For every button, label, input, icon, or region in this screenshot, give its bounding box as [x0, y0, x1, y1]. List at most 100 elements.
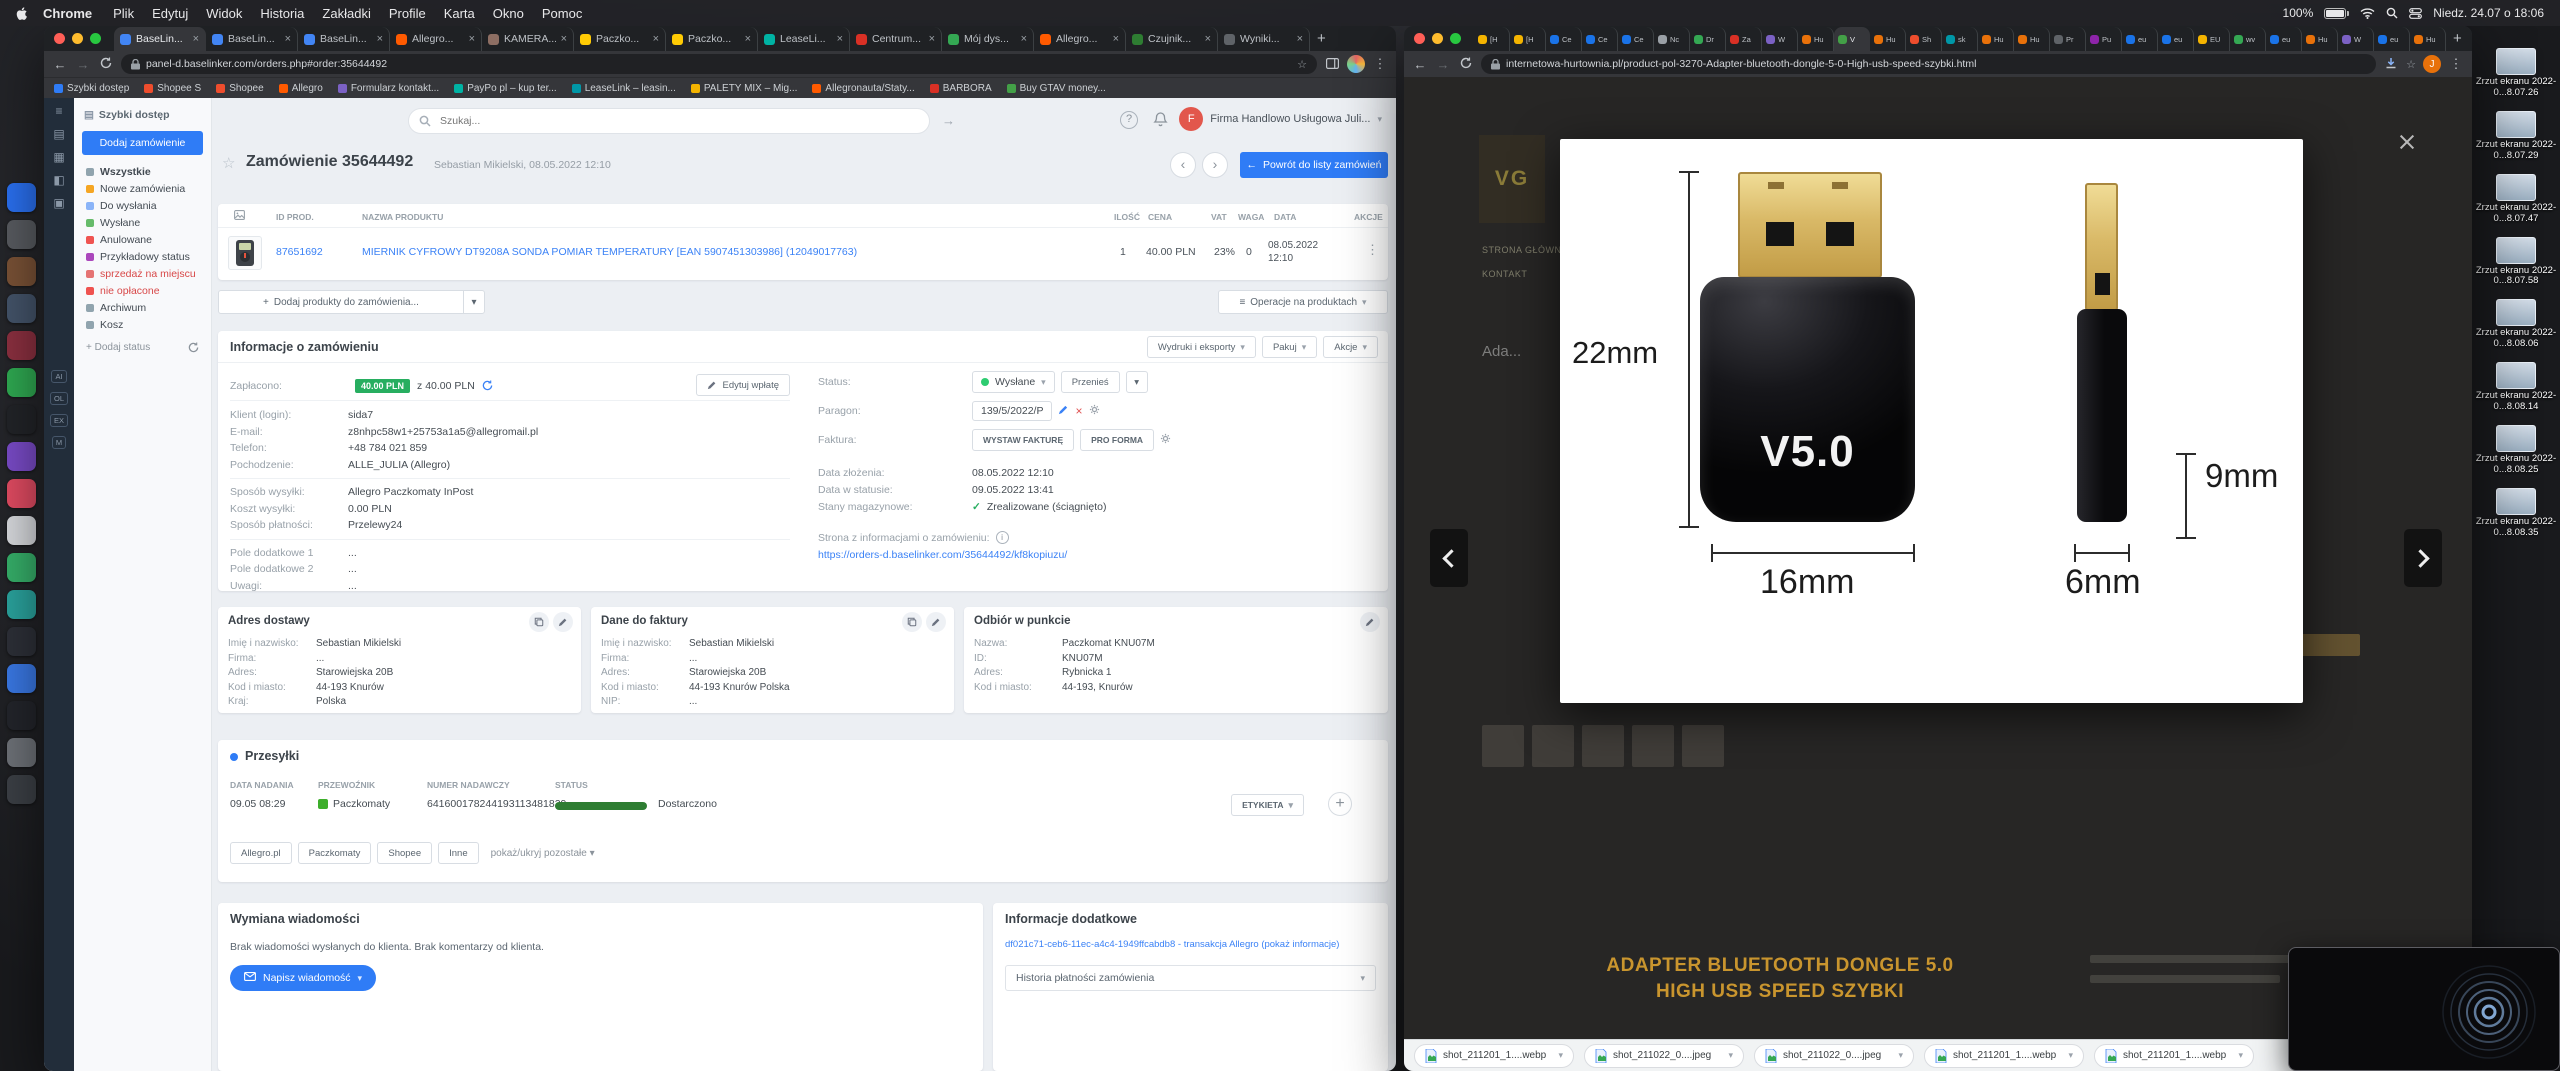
- sidebar-status-item[interactable]: Kosz: [74, 316, 211, 333]
- search-submit-icon[interactable]: →: [942, 113, 955, 128]
- chevron-down-icon[interactable]: ▾: [1558, 1050, 1563, 1061]
- browser-tab[interactable]: W: [1762, 27, 1798, 51]
- browser-tab[interactable]: Ce: [1546, 27, 1582, 51]
- receipt-settings-gear-icon[interactable]: [1089, 404, 1100, 418]
- bookmark-item[interactable]: Formularz kontakt...: [338, 83, 439, 94]
- browser-tab[interactable]: Nc: [1654, 27, 1690, 51]
- thumbnail[interactable]: [1682, 725, 1724, 767]
- column-header[interactable]: DATA: [1274, 212, 1296, 222]
- menu-item[interactable]: Widok: [206, 6, 242, 21]
- window-zoom-button[interactable]: [90, 33, 101, 44]
- lightbox-close-icon[interactable]: [2398, 133, 2416, 151]
- desktop-file[interactable]: Zrzut ekranu 2022-0...8.07.47: [2474, 174, 2558, 225]
- menu-dots-icon[interactable]: ⋮: [2448, 56, 2464, 72]
- new-tab-button[interactable]: +: [2453, 30, 2462, 47]
- menu-item[interactable]: Edytuj: [152, 6, 188, 21]
- desktop-file[interactable]: Zrzut ekranu 2022-0...8.08.06: [2474, 299, 2558, 350]
- tab-close-icon[interactable]: ×: [193, 33, 199, 45]
- global-search[interactable]: [408, 108, 930, 134]
- column-header[interactable]: WAGA: [1238, 212, 1264, 222]
- receipt-number-input[interactable]: 139/5/2022/P: [972, 401, 1052, 421]
- back-button[interactable]: ←: [1412, 57, 1428, 72]
- bookmark-star-icon[interactable]: ☆: [1297, 58, 1307, 71]
- dock-app-icon[interactable]: [7, 368, 36, 397]
- dock-app-icon[interactable]: [7, 479, 36, 508]
- profile-avatar[interactable]: J: [2423, 55, 2441, 73]
- browser-tab[interactable]: Paczko... ×: [666, 27, 758, 51]
- delete-receipt-icon[interactable]: ×: [1075, 404, 1082, 418]
- refresh-icon[interactable]: [188, 342, 199, 353]
- thumbnail[interactable]: [1482, 725, 1524, 767]
- desktop-file[interactable]: Zrzut ekranu 2022-0...8.07.58: [2474, 237, 2558, 288]
- chevron-down-icon[interactable]: ▾: [2068, 1050, 2073, 1061]
- menu-item[interactable]: Historia: [260, 6, 304, 21]
- tab-close-icon[interactable]: ×: [377, 33, 383, 45]
- desktop-file[interactable]: Zrzut ekranu 2022-0...8.08.14: [2474, 362, 2558, 413]
- tab-close-icon[interactable]: ×: [653, 33, 659, 45]
- window-close-button[interactable]: [54, 33, 65, 44]
- account-menu[interactable]: F Firma Handlowo Usługowa Juli... ▾: [1179, 107, 1382, 131]
- invoice-settings-gear-icon[interactable]: [1160, 433, 1171, 447]
- refresh-payment-icon[interactable]: [482, 380, 493, 391]
- thumbnail[interactable]: [1632, 725, 1674, 767]
- prev-order-button[interactable]: ‹: [1170, 152, 1196, 178]
- lightbox-prev-button[interactable]: [1430, 529, 1468, 587]
- browser-tab[interactable]: [H: [1510, 27, 1546, 51]
- carrier-tab-button[interactable]: Shopee: [377, 842, 432, 864]
- tab-close-icon[interactable]: ×: [1297, 33, 1303, 45]
- dock-app-icon[interactable]: [7, 701, 36, 730]
- apple-menu-icon[interactable]: [16, 6, 29, 21]
- column-header[interactable]: ILOŚĆ: [1114, 212, 1140, 222]
- edit-icon[interactable]: [553, 612, 573, 632]
- move-status-caret-button[interactable]: ▾: [1126, 371, 1148, 393]
- forward-button[interactable]: →: [75, 57, 91, 72]
- menu-item[interactable]: Zakładki: [322, 6, 370, 21]
- browser-tab[interactable]: Hu: [2014, 27, 2050, 51]
- download-item[interactable]: shot_211201_1....webp ▾: [2094, 1044, 2254, 1068]
- sidebar-status-item[interactable]: Wysłane: [74, 214, 211, 231]
- browser-tab[interactable]: eu: [2374, 27, 2410, 51]
- nav-home-link[interactable]: STRONA GŁÓWNA: [1482, 245, 1568, 255]
- window-minimize-button[interactable]: [1432, 33, 1443, 44]
- address-bar[interactable]: panel-d.baselinker.com/orders.php#order:…: [121, 54, 1317, 74]
- order-page-link[interactable]: https://orders-d.baselinker.com/35644492…: [818, 549, 1067, 561]
- browser-tab[interactable]: Hu: [1798, 27, 1834, 51]
- rail-reports-icon[interactable]: ▣: [53, 197, 64, 209]
- browser-tab[interactable]: Allegro... ×: [1034, 27, 1126, 51]
- browser-tab[interactable]: Hu: [1978, 27, 2014, 51]
- tab-close-icon[interactable]: ×: [1205, 33, 1211, 45]
- browser-tab[interactable]: Ce: [1618, 27, 1654, 51]
- rail-menu-icon[interactable]: ≡: [55, 105, 62, 117]
- browser-tab[interactable]: Hu: [2410, 27, 2446, 51]
- product-thumbnail-image[interactable]: [228, 236, 262, 270]
- download-item[interactable]: shot_211022_0....jpeg ▾: [1754, 1044, 1914, 1068]
- rail-module-badge[interactable]: OL: [50, 392, 68, 405]
- browser-tab[interactable]: Hu: [2302, 27, 2338, 51]
- carrier-tab-button[interactable]: Paczkomaty: [298, 842, 372, 864]
- thumbnail[interactable]: [1582, 725, 1624, 767]
- window-zoom-button[interactable]: [1450, 33, 1461, 44]
- tab-close-icon[interactable]: ×: [745, 33, 751, 45]
- menu-item[interactable]: Pomoc: [542, 6, 582, 21]
- dock-app-icon[interactable]: [7, 405, 36, 434]
- window-close-button[interactable]: [1414, 33, 1425, 44]
- add-status-link[interactable]: + Dodaj status: [86, 342, 150, 353]
- row-actions-icon[interactable]: ⋮: [1366, 242, 1379, 258]
- browser-tab[interactable]: Allegro... ×: [390, 27, 482, 51]
- sidebar-status-item[interactable]: Anulowane: [74, 231, 211, 248]
- reload-button[interactable]: [1458, 57, 1474, 72]
- spotlight-search-icon[interactable]: [2386, 7, 2398, 19]
- help-icon[interactable]: ?: [1120, 111, 1138, 129]
- browser-tab[interactable]: EU: [2194, 27, 2230, 51]
- sidebar-status-item[interactable]: Przykładowy status: [74, 248, 211, 265]
- menu-app-name[interactable]: Chrome: [43, 6, 92, 21]
- sidebar-status-item[interactable]: sprzedaż na miejscu: [74, 265, 211, 282]
- allegro-transaction-link[interactable]: df021c71-ceb6-11ec-a4c4-1949ffcabdb8 - t…: [1005, 939, 1378, 950]
- bookmark-item[interactable]: Shopee S: [144, 83, 201, 94]
- rail-shipping-icon[interactable]: ◧: [53, 174, 64, 186]
- desktop-file[interactable]: Zrzut ekranu 2022-0...8.08.35: [2474, 488, 2558, 539]
- write-message-button[interactable]: Napisz wiadomość ▾: [230, 965, 376, 991]
- browser-tab[interactable]: Pr: [2050, 27, 2086, 51]
- edit-receipt-icon[interactable]: [1058, 404, 1069, 418]
- browser-tab[interactable]: BaseLin... ×: [298, 27, 390, 51]
